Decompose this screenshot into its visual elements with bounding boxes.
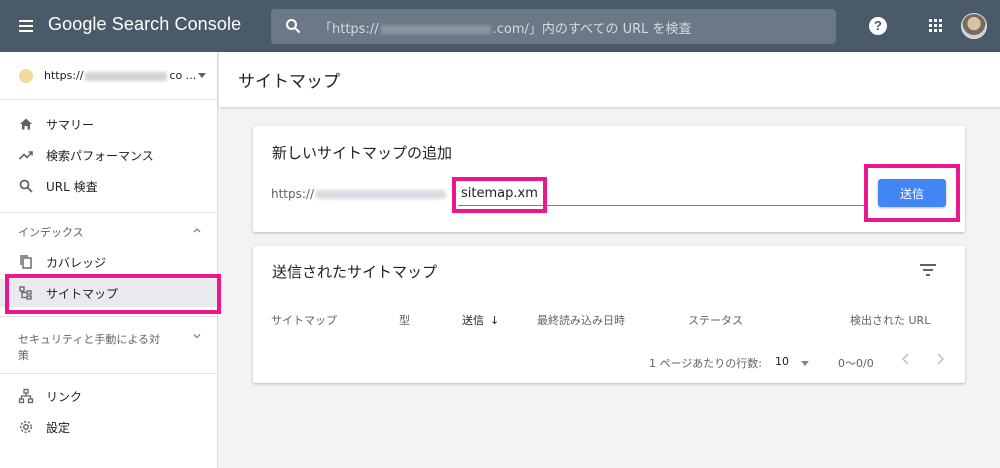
hamburger-menu-icon[interactable]: [17, 16, 37, 36]
submitted-sitemaps-card: 送信されたサイトマップ サイトマップ 型 送信 ↓ 最終読み込み日時 ステータス …: [253, 246, 965, 383]
account-avatar[interactable]: [961, 13, 987, 39]
page-header: サイトマップ: [219, 52, 1000, 107]
gear-icon: [19, 420, 33, 434]
sidebar-divider: [0, 316, 218, 317]
sidebar-item-overview[interactable]: サマリー: [0, 110, 218, 138]
annotation-highlight-submit: [864, 164, 960, 222]
blurred-domain: [380, 25, 491, 34]
links-icon: [18, 388, 34, 404]
add-sitemap-title: 新しいサイトマップの追加: [272, 144, 453, 162]
section-title-index: インデックス: [18, 226, 84, 239]
pagination-range: 0～0/0: [838, 357, 874, 370]
chevron-down-icon[interactable]: [193, 332, 201, 340]
sidebar-item-performance[interactable]: 検索パフォーマンス: [0, 141, 218, 169]
property-favicon-icon: [19, 69, 33, 83]
chevron-left-icon[interactable]: [897, 350, 915, 368]
column-header-submitted[interactable]: 送信 ↓: [462, 312, 499, 328]
property-selector[interactable]: https://co ...: [0, 52, 218, 100]
rows-per-page-select[interactable]: 10: [775, 353, 815, 371]
search-icon: [286, 19, 301, 34]
sort-down-arrow-icon: ↓: [490, 314, 500, 327]
annotation-highlight-input: [452, 177, 547, 213]
column-header-discovered-urls[interactable]: 検出された URL: [850, 312, 930, 328]
sidebar-item-settings[interactable]: 設定: [0, 413, 218, 441]
column-header-last-read[interactable]: 最終読み込み日時: [537, 312, 625, 328]
top-app-bar: Google Search Console 「https://.com/」内のす…: [0, 0, 1000, 52]
column-header-sitemap[interactable]: サイトマップ: [271, 312, 337, 328]
column-header-status[interactable]: ステータス: [688, 312, 743, 328]
sidebar-item-coverage[interactable]: カバレッジ: [0, 248, 218, 276]
sidebar-divider: [0, 373, 218, 374]
sidebar-divider: [0, 212, 218, 213]
chevron-right-icon[interactable]: [931, 350, 949, 368]
property-url: https://co ...: [44, 69, 197, 82]
submitted-sitemaps-title: 送信されたサイトマップ: [272, 263, 438, 281]
chevron-up-icon[interactable]: [193, 226, 201, 234]
filter-icon[interactable]: [920, 263, 936, 277]
rows-per-page-label: 1 ページあたりの行数:: [649, 357, 762, 370]
home-icon: [20, 118, 32, 130]
sidebar: https://co ... サマリー 検索パフォーマンス URL 検査 インデ…: [0, 52, 218, 468]
copy-icon: [20, 255, 32, 269]
app-title: Google Search Console: [48, 14, 242, 34]
add-sitemap-card: 新しいサイトマップの追加 https:// 送信: [253, 126, 965, 232]
blurred-domain: [85, 71, 168, 81]
trending-up-icon: [18, 151, 33, 160]
section-title-security-cont: 策: [18, 349, 29, 362]
search-icon: [19, 179, 33, 193]
caret-down-icon: [198, 73, 206, 78]
column-header-type[interactable]: 型: [399, 312, 410, 328]
sidebar-item-links[interactable]: リンク: [0, 382, 218, 410]
search-placeholder[interactable]: 「https://.com/」内のすべての URL を検査: [319, 18, 692, 37]
section-title-security: セキュリティと手動による対: [18, 333, 161, 346]
apps-grid-icon[interactable]: [929, 19, 943, 33]
sidebar-item-url-inspection[interactable]: URL 検査: [0, 172, 218, 200]
caret-down-icon: [801, 361, 809, 366]
help-icon[interactable]: ?: [869, 17, 887, 35]
url-inspection-search[interactable]: 「https://.com/」内のすべての URL を検査: [271, 9, 836, 44]
sitemap-url-prefix: https://: [271, 187, 448, 201]
annotation-highlight-sidebar: [5, 274, 221, 314]
blurred-domain: [316, 190, 447, 199]
page-title: サイトマップ: [238, 72, 340, 92]
